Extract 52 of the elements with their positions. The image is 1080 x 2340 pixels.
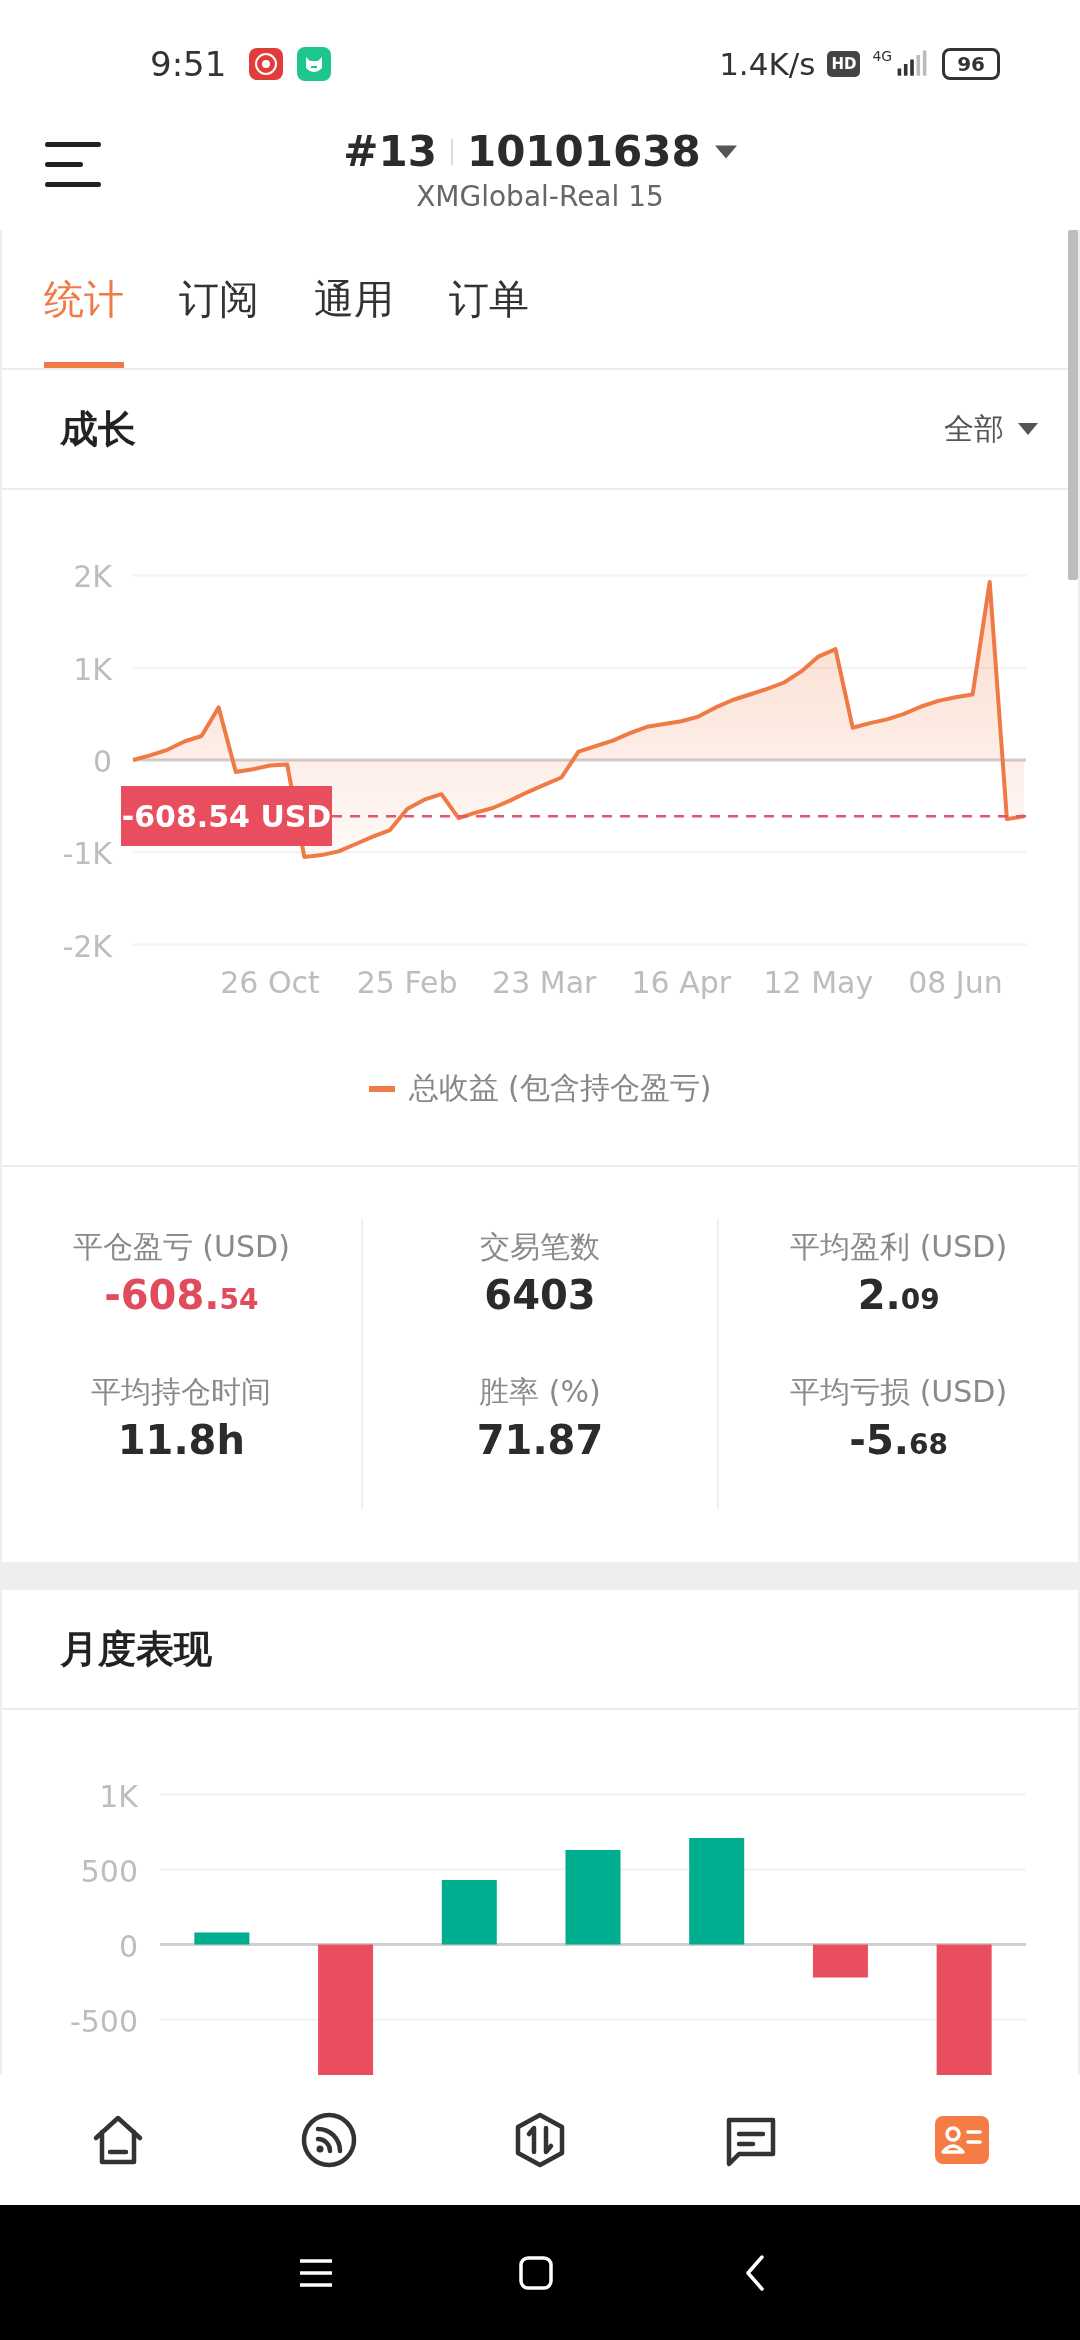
stat-label: 平均亏损 (USD) (790, 1373, 1008, 1411)
stat-value: 2.09 (857, 1272, 940, 1318)
y-axis-label: 0 (118, 1928, 138, 1964)
network-speed: 1.4K/s (719, 46, 816, 82)
tab[interactable]: 通用 (314, 230, 394, 368)
x-axis-label: 26 Oct (220, 965, 320, 1000)
x-axis-label: 25 Feb (356, 965, 458, 1000)
y-axis-label: 1K (99, 1778, 138, 1814)
stat-value: -5.68 (849, 1417, 948, 1463)
tab[interactable]: 订单 (449, 230, 529, 368)
x-axis-label: 08 Jun (908, 965, 1003, 1000)
stat-value: 11.8h (117, 1417, 245, 1463)
account-id[interactable]: 10101638 (466, 127, 701, 176)
bar (812, 1944, 868, 1978)
stat-label: 平均持仓时间 (91, 1373, 272, 1411)
battery-level: 96 (942, 48, 1000, 80)
stat-value: -608.54 (104, 1272, 259, 1318)
x-axis-label: 16 Apr (631, 965, 732, 1000)
section-title: 成长 (60, 405, 136, 453)
bar (441, 1880, 497, 1945)
stat-label: 平均盈利 (USD) (790, 1228, 1008, 1266)
stat-value: 6403 (484, 1272, 596, 1318)
stat-value: 71.87 (476, 1417, 604, 1463)
network-type: 4G (872, 48, 893, 64)
section-title: 月度表现 (60, 1625, 212, 1673)
bar (194, 1932, 250, 1945)
account-number-label: #13 (343, 127, 437, 176)
caret-icon (1018, 423, 1038, 435)
stat-label: 胜率 (%) (479, 1373, 601, 1411)
y-axis-label: 500 (80, 1853, 138, 1889)
y-axis-label: -500 (69, 2003, 138, 2039)
value-tag: -608.54 USD (121, 786, 332, 847)
y-axis-label: 2K (73, 559, 112, 595)
status-time: 9:51 (150, 44, 227, 84)
y-axis-label: 1K (73, 651, 112, 687)
x-axis-label: 23 Mar (492, 965, 597, 1000)
app-notification-icon (296, 46, 333, 82)
hd-badge: HD (827, 51, 861, 77)
menu-icon[interactable] (45, 140, 101, 190)
x-axis-label: 12 May (763, 965, 874, 1000)
tab[interactable]: 订阅 (179, 230, 259, 368)
y-axis-label: -2K (62, 928, 112, 964)
legend-label: 总收益 (包含持仓盈亏) (408, 1069, 712, 1107)
stat-label: 平仓盈亏 (USD) (72, 1228, 290, 1266)
caret-icon[interactable] (714, 144, 737, 159)
y-axis-label: 0 (92, 744, 112, 779)
y-axis-label: -1K (62, 836, 112, 872)
legend-swatch (368, 1085, 395, 1092)
period-dropdown[interactable]: 全部 (944, 408, 1038, 450)
stat-label: 交易笔数 (480, 1228, 600, 1266)
app-notification-icon (248, 46, 285, 82)
server-name: XMGlobal-Real 15 (416, 180, 664, 213)
